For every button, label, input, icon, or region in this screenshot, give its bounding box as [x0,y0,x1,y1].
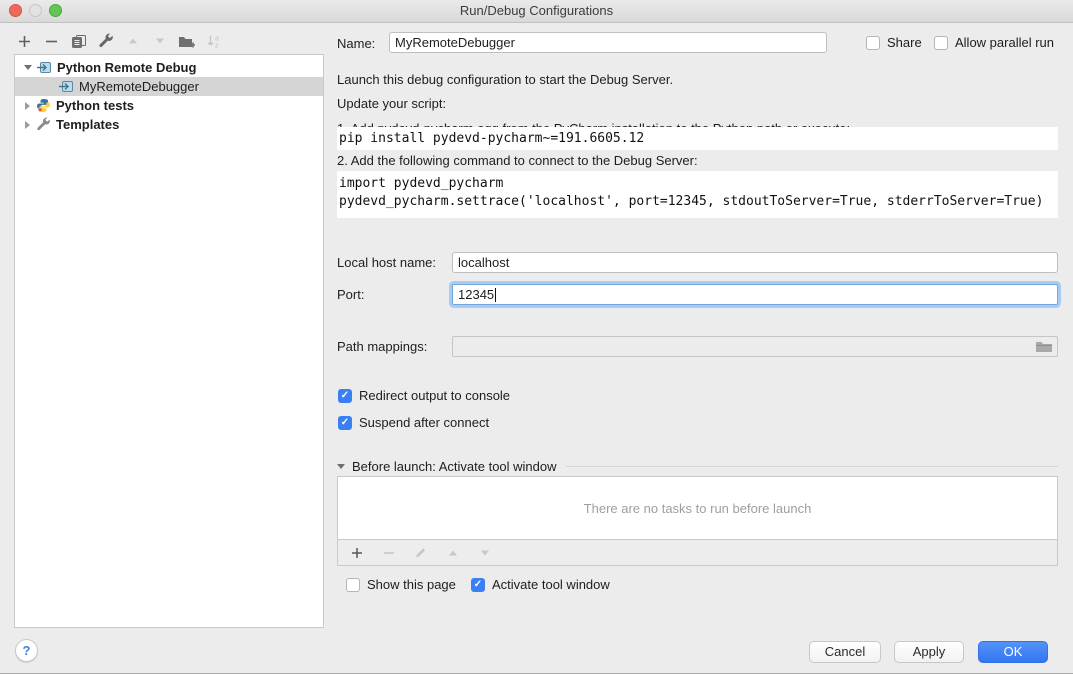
local-host-name-label: Local host name: [337,255,436,270]
port-input[interactable]: 12345 [452,284,1058,305]
redirect-output-label: Redirect output to console [359,388,510,403]
share-checkbox[interactable] [866,36,880,50]
window-title: Run/Debug Configurations [460,3,613,18]
name-label: Name: [337,36,375,51]
add-task-icon[interactable] [348,544,365,561]
tree-item-templates[interactable]: Templates [15,115,323,134]
expand-collapse-icon[interactable] [21,121,34,129]
cancel-button[interactable]: Cancel [809,641,881,663]
ok-button[interactable]: OK [978,641,1048,663]
settrace-code: import pydevd_pycharm pydevd_pycharm.set… [337,171,1058,218]
edit-task-pencil-icon [412,544,429,561]
port-label: Port: [337,287,364,302]
local-host-name-input[interactable] [452,252,1058,273]
show-this-page-row: Show this page [346,577,456,592]
activate-tool-window-row: Activate tool window [471,577,610,592]
code-line: pydevd_pycharm.settrace('localhost', por… [339,193,1058,211]
expand-collapse-icon[interactable] [21,65,34,70]
remote-debug-icon [36,61,52,74]
sort-alphabetically-icon: az [205,33,222,50]
code-line: import pydevd_pycharm [339,175,1058,193]
collapse-section-icon[interactable] [337,464,345,469]
text-caret [495,288,496,302]
step-2-text: 2. Add the following command to connect … [337,153,698,168]
share-label: Share [887,35,922,50]
before-launch-toolbar [338,539,1057,565]
pip-install-code: pip install pydevd-pycharm~=191.6605.12 [337,127,1058,150]
copy-configuration-icon[interactable] [70,33,87,50]
section-divider [566,466,1058,467]
suspend-after-connect-label: Suspend after connect [359,415,489,430]
before-launch-section-header[interactable]: Before launch: Activate tool window [337,459,1058,474]
show-this-page-checkbox[interactable] [346,578,360,592]
allow-parallel-run-checkbox[interactable] [934,36,948,50]
tree-item-label: MyRemoteDebugger [79,79,199,94]
activate-tool-window-label: Activate tool window [492,577,610,592]
move-task-down-icon [476,544,493,561]
move-up-icon [124,33,141,50]
tree-item-python-remote-debug[interactable]: Python Remote Debug [15,58,323,77]
configurations-toolbar: az [16,31,222,51]
minimize-window-button [29,4,42,17]
help-button[interactable]: ? [15,639,38,662]
python-icon [36,98,51,113]
tree-item-label: Templates [56,117,119,132]
expand-collapse-icon[interactable] [21,102,34,110]
svg-text:z: z [215,43,219,49]
allow-parallel-run-label: Allow parallel run [955,35,1054,50]
move-task-up-icon [444,544,461,561]
title-bar: Run/Debug Configurations [0,0,1073,23]
path-mappings-label: Path mappings: [337,339,427,354]
share-checkbox-row: Share [866,35,922,50]
zoom-window-button[interactable] [49,4,62,17]
activate-tool-window-checkbox[interactable] [471,578,485,592]
browse-folder-icon[interactable] [1035,340,1053,356]
show-this-page-label: Show this page [367,577,456,592]
svg-text:a: a [215,36,219,43]
before-launch-title: Before launch: Activate tool window [352,459,557,474]
before-launch-tasks-panel: There are no tasks to run before launch [337,476,1058,566]
empty-tasks-text: There are no tasks to run before launch [584,501,812,516]
configurations-tree: Python Remote Debug MyRemoteDebugger Pyt… [14,54,324,628]
suspend-after-connect-checkbox[interactable] [338,416,352,430]
suspend-after-connect-row: Suspend after connect [338,415,489,430]
tree-item-python-tests[interactable]: Python tests [15,96,323,115]
name-input[interactable] [389,32,827,53]
intro-line-1: Launch this debug configuration to start… [337,72,673,87]
apply-button[interactable]: Apply [894,641,964,663]
close-window-button[interactable] [9,4,22,17]
new-folder-icon[interactable] [178,33,195,50]
path-mappings-input [452,336,1058,357]
remove-task-icon [380,544,397,561]
allow-parallel-run-checkbox-row: Allow parallel run [934,35,1054,50]
remove-configuration-icon[interactable] [43,33,60,50]
run-debug-configurations-dialog: Run/Debug Configurations az [0,0,1073,674]
remote-debug-icon [58,80,74,93]
wrench-icon [36,117,51,132]
add-configuration-icon[interactable] [16,33,33,50]
before-launch-empty-list: There are no tasks to run before launch [338,477,1057,539]
port-value: 12345 [458,287,494,302]
tree-item-myremotedebugger[interactable]: MyRemoteDebugger [15,77,323,96]
redirect-output-checkbox[interactable] [338,389,352,403]
edit-defaults-wrench-icon[interactable] [97,33,114,50]
configuration-editor: Name: Share Allow parallel run Launch th… [337,22,1073,674]
tree-item-label: Python Remote Debug [57,60,196,75]
window-controls [9,4,62,17]
tree-item-label: Python tests [56,98,134,113]
redirect-output-row: Redirect output to console [338,388,510,403]
move-down-icon [151,33,168,50]
